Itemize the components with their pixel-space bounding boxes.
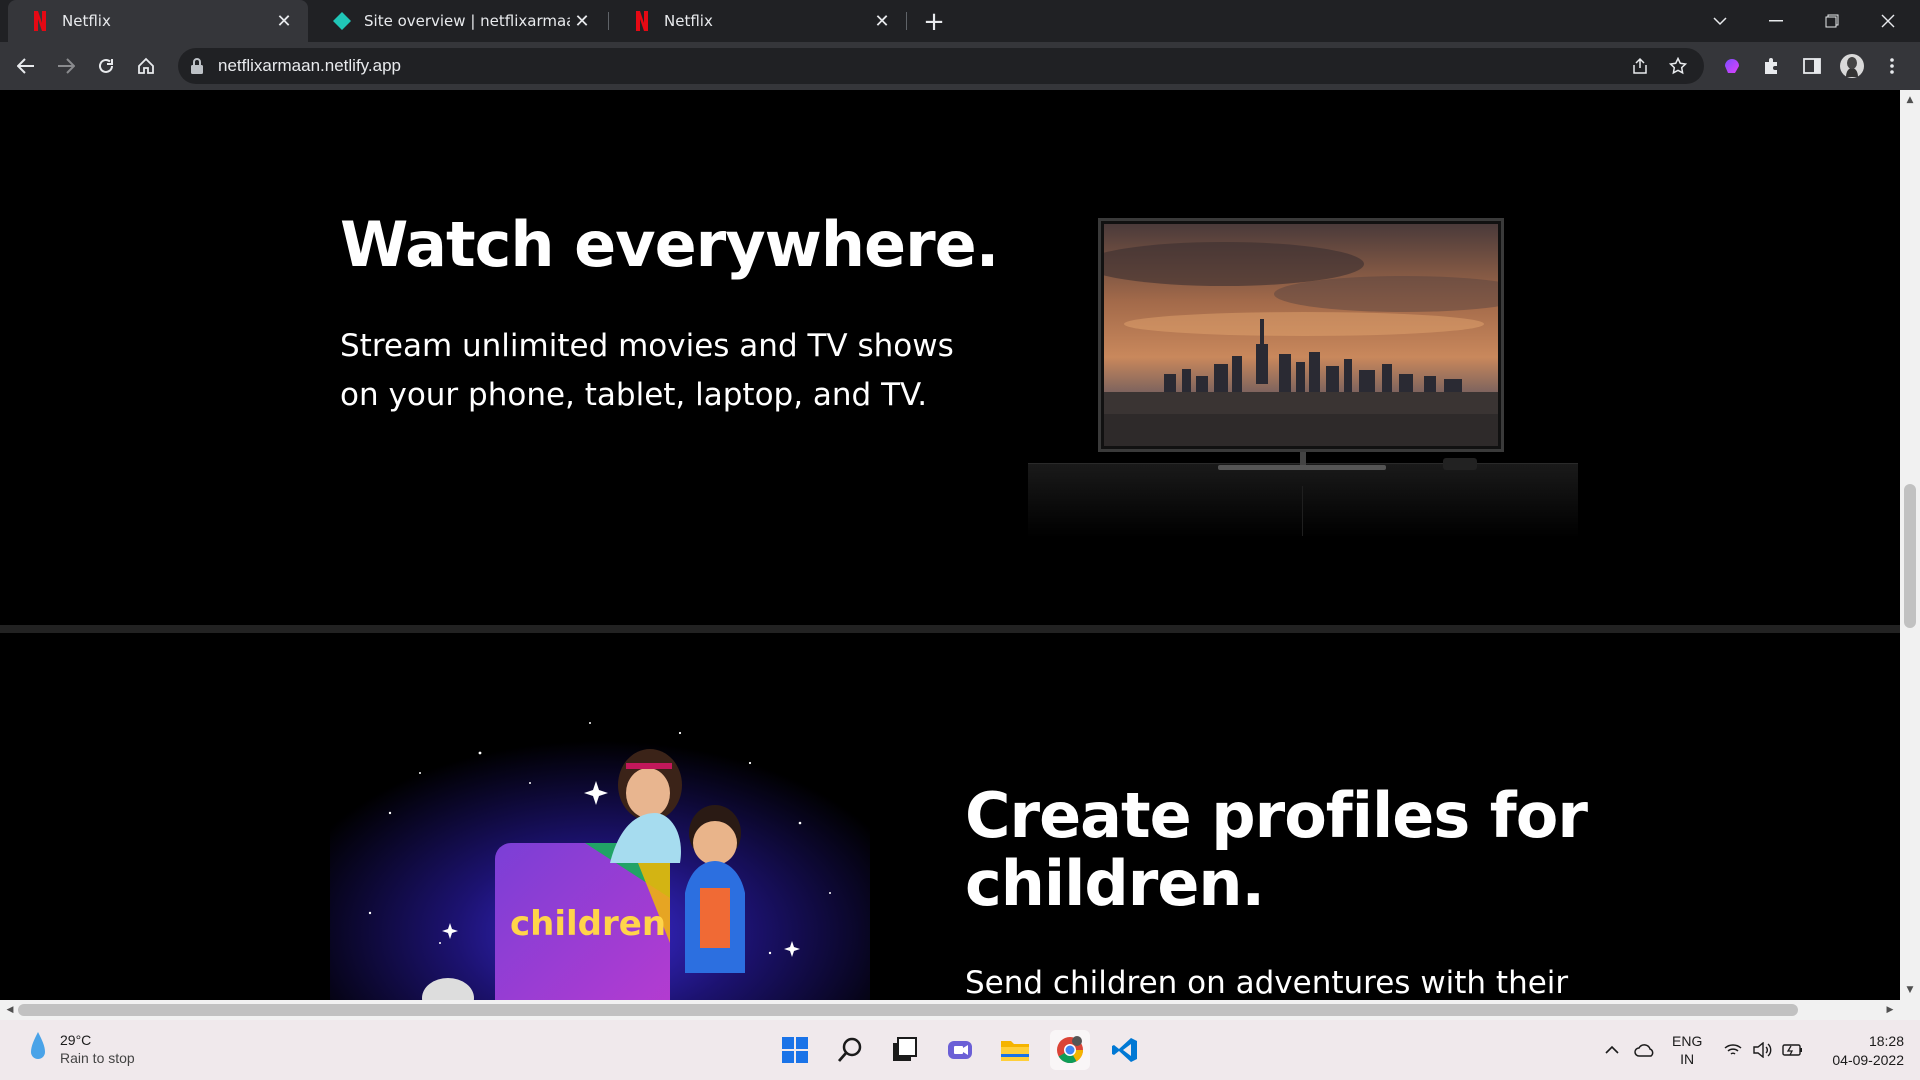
scroll-down-arrow-icon[interactable]: ▼ [1904, 984, 1916, 996]
netflix-icon [30, 11, 50, 31]
tv-foot [1218, 465, 1386, 470]
file-explorer-icon[interactable] [995, 1030, 1035, 1070]
wifi-icon[interactable] [1724, 1020, 1742, 1080]
kids-title-line2: children. [965, 847, 1265, 920]
streaming-box [1443, 458, 1477, 470]
system-clock[interactable]: 18:28 04-09-2022 [1818, 1032, 1904, 1070]
section-divider [0, 625, 1900, 633]
address-bar[interactable]: netflixarmaan.netlify.app [178, 48, 1704, 84]
profile-avatar[interactable] [1836, 50, 1868, 82]
share-icon[interactable] [1628, 54, 1652, 78]
vertical-scroll-thumb[interactable] [1904, 484, 1916, 628]
side-panel-icon[interactable] [1796, 50, 1828, 82]
new-tab-button[interactable]: + [918, 6, 950, 38]
browser-toolbar: netflixarmaan.netlify.app [0, 42, 1920, 90]
watch-title: Watch everywhere. [340, 208, 999, 281]
netlify-icon [332, 11, 352, 31]
onedrive-sync-icon[interactable] [1634, 1020, 1656, 1080]
kids-profiles-section: children Create profiles for children. S… [0, 633, 1900, 1000]
menu-kebab-icon[interactable] [1876, 50, 1908, 82]
tv-screen [1104, 224, 1498, 446]
watch-subtitle-line1: Stream unlimited movies and TV shows [340, 328, 954, 364]
close-tab-icon[interactable]: ✕ [870, 9, 894, 33]
tv-image [1098, 218, 1504, 452]
vscode-icon[interactable] [1105, 1030, 1145, 1070]
minimize-icon[interactable] [1748, 0, 1804, 42]
scroll-up-arrow-icon[interactable]: ▲ [1904, 94, 1916, 106]
language-indicator[interactable]: ENG IN [1672, 1032, 1702, 1068]
scroll-right-arrow-icon[interactable]: ▶ [1884, 1004, 1896, 1016]
restore-icon[interactable] [1804, 0, 1860, 42]
lang-region: IN [1680, 1051, 1695, 1067]
scroll-left-arrow-icon[interactable]: ◀ [4, 1004, 16, 1016]
lang-code: ENG [1672, 1033, 1703, 1049]
tab-separator [906, 12, 907, 30]
kids-subtitle: Send children on adventures with their [965, 965, 1569, 1000]
kids-title-line1: Create profiles for [965, 779, 1588, 852]
tab-search-icon[interactable] [1692, 0, 1748, 42]
volume-icon[interactable] [1752, 1020, 1772, 1080]
horizontal-scroll-thumb[interactable] [18, 1004, 1798, 1016]
netflix-icon [632, 11, 652, 31]
lock-icon[interactable] [190, 57, 208, 75]
extension-gradient-icon[interactable] [1716, 50, 1748, 82]
reload-icon[interactable] [90, 50, 122, 82]
children-box-label: children [510, 904, 666, 944]
chrome-icon[interactable] [1050, 1030, 1090, 1070]
url-text: netflixarmaan.netlify.app [218, 56, 402, 75]
page-viewport: Watch everywhere. Stream unlimited movie… [0, 90, 1900, 1000]
horizontal-scrollbar[interactable]: ◀ ▶ [0, 1000, 1920, 1020]
home-icon[interactable] [130, 50, 162, 82]
close-window-icon[interactable] [1860, 0, 1916, 42]
tab-title: Netflix [62, 12, 111, 30]
vertical-scrollbar[interactable]: ▲ ▼ [1900, 90, 1920, 1000]
children-image: children [330, 693, 870, 1000]
search-icon[interactable] [830, 1030, 870, 1070]
weather-widget[interactable]: 29°C Rain to stop [28, 1030, 135, 1068]
back-icon[interactable] [10, 50, 42, 82]
clock-date: 04-09-2022 [1832, 1052, 1904, 1068]
task-view-icon[interactable] [884, 1030, 924, 1070]
tab-site-overview[interactable]: Site overview | netflixarmaan ✕ [310, 0, 606, 42]
clock-time: 18:28 [1868, 1033, 1904, 1049]
bookmark-star-icon[interactable] [1666, 54, 1690, 78]
tab-netflix-2[interactable]: Netflix ✕ [610, 0, 906, 42]
watch-everywhere-section: Watch everywhere. Stream unlimited movie… [0, 90, 1900, 625]
battery-icon[interactable] [1782, 1020, 1804, 1080]
windows-taskbar: 29°C Rain to stop ENG IN 18:28 04-09-202… [0, 1020, 1920, 1080]
windows-start-icon[interactable] [775, 1030, 815, 1070]
watch-subtitle-line2: on your phone, tablet, laptop, and TV. [340, 377, 928, 413]
weather-description: Rain to stop [60, 1050, 135, 1066]
weather-temperature: 29°C [60, 1032, 92, 1048]
tv-stand [1028, 463, 1578, 538]
rain-icon [28, 1030, 48, 1068]
extensions-puzzle-icon[interactable] [1756, 50, 1788, 82]
close-tab-icon[interactable]: ✕ [570, 9, 594, 33]
tab-separator [608, 12, 609, 30]
tab-title: Site overview | netflixarmaan [364, 12, 570, 30]
tv-neck [1300, 452, 1306, 466]
tab-strip: Netflix ✕ Site overview | netflixarmaan … [0, 0, 1920, 42]
teams-chat-icon[interactable] [940, 1030, 980, 1070]
tab-netflix-1[interactable]: Netflix ✕ [8, 0, 308, 42]
close-tab-icon[interactable]: ✕ [272, 9, 296, 33]
show-hidden-icons-chevron-icon[interactable] [1604, 1020, 1620, 1080]
tab-title: Netflix [664, 12, 713, 30]
forward-icon[interactable] [50, 50, 82, 82]
